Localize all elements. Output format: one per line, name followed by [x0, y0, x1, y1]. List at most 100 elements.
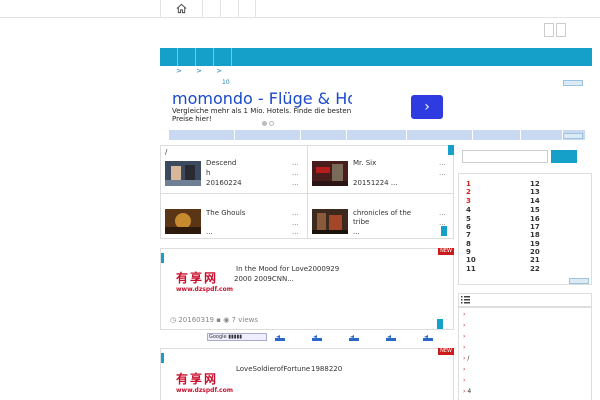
share-icon[interactable]: [275, 335, 285, 341]
post-title[interactable]: LoveSoldierofFortune: [236, 365, 310, 373]
movie-title-line2[interactable]: tribe: [353, 218, 369, 227]
ad-pagination: [262, 120, 276, 128]
movie-title[interactable]: The Ghouls: [206, 209, 245, 218]
nav-item-3[interactable]: [238, 0, 256, 17]
logo-text: 有享网: [176, 271, 219, 285]
post-year: 2000929: [308, 265, 340, 273]
share-label: Google: [209, 334, 227, 340]
category-list-item[interactable]: › /: [463, 355, 469, 362]
rank-number: 6: [466, 223, 471, 231]
movie-thumbnail[interactable]: [312, 161, 348, 186]
movie-title[interactable]: Mr. Six: [353, 159, 376, 168]
category-list-item[interactable]: ›: [463, 344, 465, 351]
category-menu-bar: [160, 48, 592, 66]
category-list-item[interactable]: › 4: [463, 388, 471, 395]
link-unit: [169, 130, 585, 140]
ellipsis: ...: [292, 219, 299, 227]
adchoices-icon[interactable]: [563, 133, 583, 139]
link-unit-item[interactable]: [235, 130, 301, 140]
pagination-dot[interactable]: [269, 121, 274, 126]
menu-item[interactable]: [160, 48, 178, 66]
grid-heading: /: [165, 148, 168, 156]
post-corner-tab: [437, 319, 443, 329]
breadcrumb-count: 10: [222, 79, 230, 86]
rank-number: 13: [530, 188, 540, 196]
share-icon[interactable]: [423, 335, 433, 341]
rank-number: 22: [530, 265, 540, 273]
breadcrumb-separator[interactable]: >: [196, 67, 202, 75]
category-list-item[interactable]: ›: [463, 377, 465, 384]
menu-item[interactable]: [214, 48, 232, 66]
category-list-item[interactable]: ›: [463, 322, 465, 329]
link-unit-item[interactable]: [169, 130, 235, 140]
chevron-right-icon: ›: [463, 322, 466, 329]
link-unit-item[interactable]: [407, 130, 473, 140]
rank-number: 1: [466, 180, 471, 188]
nav-item-1[interactable]: [202, 0, 220, 17]
share-icon[interactable]: [349, 335, 359, 341]
pagination-dot-active[interactable]: [262, 121, 267, 126]
new-badge: NEW: [438, 248, 454, 255]
header-button-right[interactable]: [556, 23, 566, 37]
site-logo[interactable]: 有享网 www.dzspdf.com: [176, 269, 233, 297]
movie-thumbnail[interactable]: [165, 209, 201, 234]
movie-date: ...: [206, 228, 213, 236]
movie-date: 20151224 ...: [353, 179, 398, 187]
rank-number: 14: [530, 197, 540, 205]
eye-icon: ◉: [223, 316, 232, 324]
search-input[interactable]: [462, 150, 548, 163]
rank-number: 5: [466, 215, 471, 223]
link-unit-item[interactable]: [301, 130, 347, 140]
ellipsis: ...: [292, 209, 299, 217]
ellipsis: ...: [439, 169, 446, 177]
logo-text: 有享网: [176, 372, 219, 386]
post-views: 7 views: [231, 316, 258, 324]
share-icon[interactable]: [312, 335, 322, 341]
list-icon[interactable]: [461, 296, 470, 304]
grid-corner-tab: [441, 226, 447, 236]
home-icon[interactable]: [176, 3, 187, 14]
ellipsis: ...: [439, 159, 446, 167]
category-list-item[interactable]: ›: [463, 333, 465, 340]
ellipsis: ...: [292, 179, 299, 187]
chevron-right-icon: ›: [463, 344, 466, 351]
google-translate-button[interactable]: Google ▮▮▮▮▮: [207, 333, 267, 341]
menu-item[interactable]: [196, 48, 214, 66]
movie-thumbnail[interactable]: [165, 161, 201, 186]
category-list-label: 4: [467, 388, 472, 395]
rank-number: 8: [466, 240, 471, 248]
adchoices-icon[interactable]: [563, 80, 583, 86]
header-button-left[interactable]: [544, 23, 554, 37]
chevron-right-icon: ›: [463, 366, 466, 373]
link-unit-item[interactable]: [521, 130, 563, 140]
category-list-item[interactable]: ›: [463, 311, 465, 318]
nav-item-2[interactable]: [220, 0, 238, 17]
movie-title[interactable]: Descend: [206, 159, 236, 168]
rank-number: 7: [466, 231, 471, 239]
new-badge: NEW: [438, 348, 454, 355]
link-unit-item[interactable]: [473, 130, 521, 140]
ellipsis: ...: [439, 209, 446, 217]
share-icon[interactable]: [386, 335, 396, 341]
site-logo[interactable]: 有享网 www.dzspdf.com: [176, 370, 233, 398]
post-title[interactable]: In the Mood for Love: [236, 265, 308, 273]
ad-arrow-button[interactable]: ›: [411, 95, 443, 119]
breadcrumb-separator[interactable]: >: [176, 67, 182, 75]
movie-title-line2[interactable]: h: [206, 169, 210, 178]
movie-title[interactable]: chronicles of the: [353, 209, 411, 218]
post-excerpt: 2000 2009CNN...: [234, 275, 294, 283]
logo-url: www.dzspdf.com: [176, 286, 233, 293]
rank-number: 15: [530, 206, 540, 214]
movie-date: ...: [353, 228, 360, 236]
menu-item[interactable]: [178, 48, 196, 66]
link-unit-item[interactable]: [347, 130, 407, 140]
rank-number: 16: [530, 215, 540, 223]
breadcrumb-separator[interactable]: >: [216, 67, 222, 75]
movie-thumbnail[interactable]: [312, 209, 348, 234]
rank-number: 17: [530, 223, 540, 231]
grid-divider: [160, 193, 454, 194]
ad-title[interactable]: momondo - Flüge & Hotels: [172, 89, 352, 108]
chevron-right-icon: ›: [463, 377, 466, 384]
category-list-item[interactable]: ›: [463, 366, 465, 373]
search-button[interactable]: [551, 150, 577, 163]
